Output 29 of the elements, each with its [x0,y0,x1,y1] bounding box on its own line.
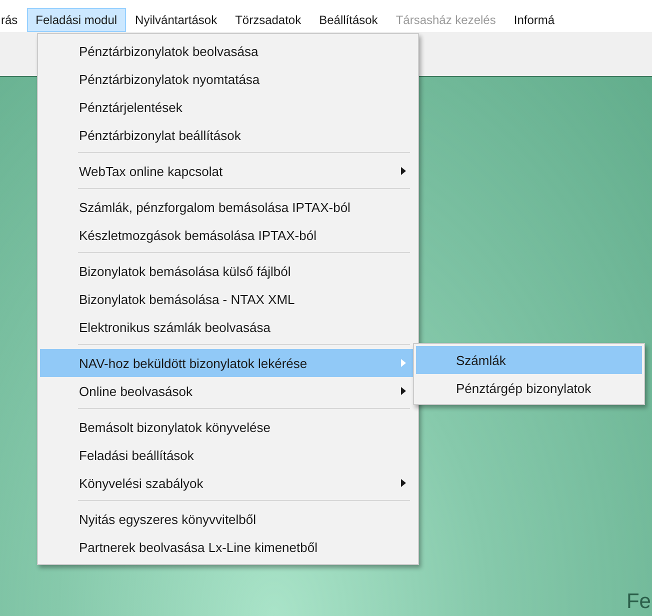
menu-item[interactable]: Nyitás egyszeres könyvvitelből [40,505,416,533]
menu-item[interactable]: Online beolvasások [40,377,416,405]
menu-item[interactable]: Feladási beállítások [40,441,416,469]
menu-item[interactable]: NAV-hoz beküldött bizonylatok lekérése [40,349,416,377]
menu-item[interactable]: Bizonylatok bemásolása - NTAX XML [40,285,416,313]
menu-item[interactable]: Bemásolt bizonylatok könyvelése [40,413,416,441]
menu-item[interactable]: WebTax online kapcsolat [40,157,416,185]
menu-item[interactable]: Könyvelési szabályok [40,469,416,497]
menu-item[interactable]: Készletmozgások bemásolása IPTAX-ból [40,221,416,249]
menu-item[interactable]: Elektronikus számlák beolvasása [40,313,416,341]
menu-bar-item[interactable]: Törzsadatok [226,8,310,32]
menu-item[interactable]: Számlák [416,346,642,374]
menu-bar-item[interactable]: Beállítások [310,8,387,32]
background-text: Fe [626,590,651,614]
menu-bar-item[interactable]: Nyilvántartások [126,8,226,32]
menu-item[interactable]: Bizonylatok bemásolása külső fájlból [40,257,416,285]
submenu-arrow-icon [401,479,406,487]
menu-bar-item[interactable]: Informá [504,8,564,32]
submenu-arrow-icon [401,359,406,367]
menu-item[interactable]: Pénztárbizonylat beállítások [40,121,416,149]
menu-bar-item[interactable]: rás [0,8,27,32]
submenu-arrow-icon [401,387,406,395]
menu-item[interactable]: Számlák, pénzforgalom bemásolása IPTAX-ból [40,193,416,221]
menu-item[interactable]: Pénztárgép bizonylatok [416,374,642,402]
menu-item[interactable]: Pénztárbizonylatok nyomtatása [40,65,416,93]
menu-item[interactable]: Pénztárjelentések [40,93,416,121]
submenu-arrow-icon [401,167,406,175]
menu-bar-item[interactable]: Feladási modul [26,8,126,32]
menu-item[interactable]: Partnerek beolvasása Lx-Line kimenetből [40,533,416,561]
